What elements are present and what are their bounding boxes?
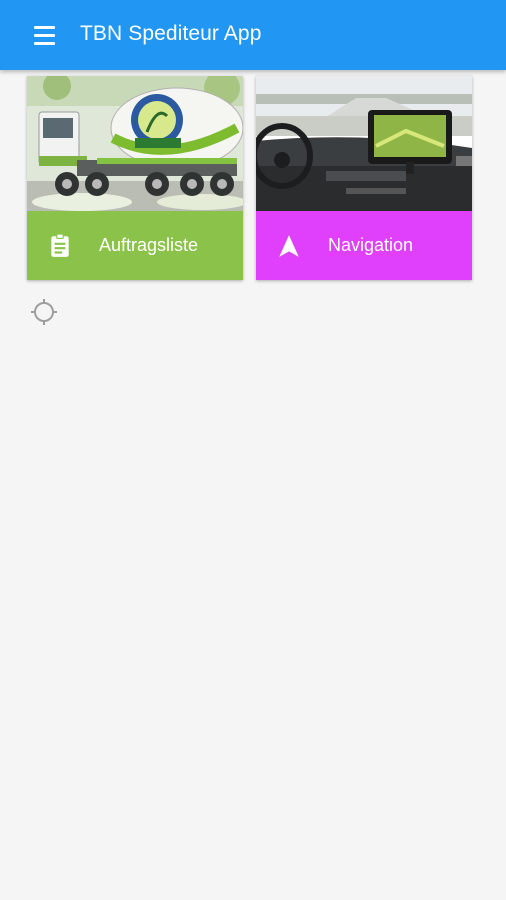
clipboard-icon <box>51 233 69 257</box>
tile-navigation[interactable]: Navigation <box>256 76 472 280</box>
tile-navigation-footer: Navigation <box>256 211 472 280</box>
concrete-mixer-truck-image <box>27 76 243 211</box>
tile-auftragsliste-label: Auftragsliste <box>99 235 199 255</box>
tile-auftragsliste-footer: Auftragsliste <box>27 211 243 280</box>
app-title: TBN Spediteur App <box>80 22 262 45</box>
app-bar: TBN Spediteur App <box>0 0 506 70</box>
tile-navigation-label: Navigation <box>328 235 414 255</box>
menu-button[interactable] <box>24 16 64 56</box>
navigation-arrow-icon <box>279 235 299 257</box>
crosshair-icon[interactable] <box>30 298 58 326</box>
tile-auftragsliste[interactable]: Auftragsliste <box>27 76 243 280</box>
truck-cab-gps-image <box>256 76 472 211</box>
